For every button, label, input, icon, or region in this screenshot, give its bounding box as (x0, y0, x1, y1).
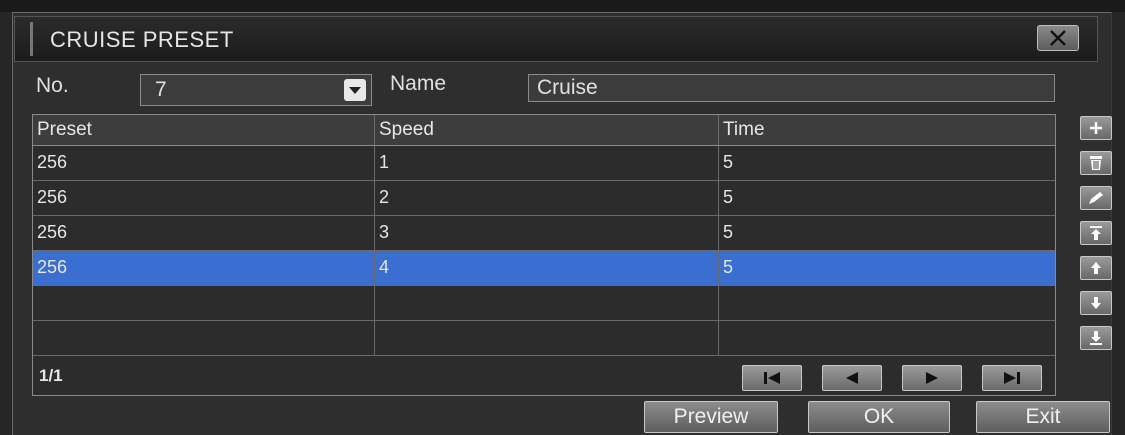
trash-icon (1090, 156, 1102, 170)
plus-icon (1090, 122, 1102, 134)
cell-speed: 1 (375, 146, 719, 180)
cell-time (719, 286, 1055, 320)
move-down-icon (1091, 297, 1101, 309)
exit-button[interactable]: Exit (976, 401, 1110, 433)
table-row-selected[interactable]: 256 4 5 (33, 251, 1055, 286)
table-row[interactable]: 256 3 5 (33, 216, 1055, 251)
last-page-button[interactable] (982, 365, 1042, 391)
title-accent (30, 22, 33, 56)
cell-speed: 2 (375, 181, 719, 215)
screen: CRUISE PRESET No. 7 Name Cruise Preset S… (0, 0, 1125, 435)
move-bottom-button[interactable] (1080, 326, 1112, 350)
move-up-icon (1091, 262, 1101, 274)
next-page-button[interactable] (902, 365, 962, 391)
cell-preset: 256 (33, 181, 375, 215)
edit-icon (1089, 192, 1103, 204)
close-button[interactable] (1037, 25, 1079, 51)
dialog-title: CRUISE PRESET (50, 27, 234, 52)
first-page-icon (764, 372, 780, 384)
cell-time: 5 (723, 257, 734, 277)
next-page-icon (926, 372, 938, 384)
move-up-button[interactable] (1080, 256, 1112, 280)
header-time: Time (723, 119, 765, 140)
move-down-button[interactable] (1080, 291, 1112, 315)
cell-speed: 3 (375, 216, 719, 250)
table-row[interactable]: 256 2 5 (33, 181, 1055, 216)
move-bottom-icon (1090, 331, 1102, 345)
name-label: Name (390, 72, 447, 95)
close-icon (1050, 30, 1066, 46)
table-row[interactable]: 256 1 5 (33, 146, 1055, 181)
table-row[interactable] (33, 321, 1055, 356)
move-top-icon (1090, 226, 1102, 240)
cell-speed: 4 (375, 251, 719, 285)
top-strip (0, 0, 1125, 12)
cell-time: 5 (723, 187, 734, 207)
first-page-button[interactable] (742, 365, 802, 391)
prev-page-button[interactable] (822, 365, 882, 391)
move-top-button[interactable] (1080, 221, 1112, 245)
cell-time: 5 (723, 152, 734, 172)
cell-speed (375, 286, 719, 320)
last-page-icon (1004, 372, 1020, 384)
header-preset: Preset (33, 115, 375, 145)
header-speed: Speed (375, 115, 719, 145)
no-select[interactable]: 7 (140, 74, 372, 106)
page-indicator: 1/1 (39, 366, 63, 385)
cell-preset: 256 (33, 146, 375, 180)
chevron-down-icon[interactable] (344, 79, 366, 101)
cell-preset (33, 321, 375, 355)
cell-preset: 256 (33, 216, 375, 250)
edit-button[interactable] (1080, 186, 1112, 210)
table-row[interactable] (33, 286, 1055, 321)
prev-page-icon (846, 372, 858, 384)
add-button[interactable] (1080, 116, 1112, 140)
ok-button[interactable]: OK (808, 401, 950, 433)
cell-time: 5 (723, 222, 734, 242)
no-label: No. (36, 74, 69, 97)
cell-speed (375, 321, 719, 355)
cell-preset: 256 (33, 251, 375, 285)
no-select-value: 7 (155, 78, 167, 101)
table-header: Preset Speed Time (33, 115, 1055, 146)
preview-button[interactable]: Preview (644, 401, 778, 433)
cell-time (719, 321, 1055, 355)
preset-table: Preset Speed Time 256 1 5 256 2 5 256 3 … (32, 114, 1056, 396)
name-field[interactable]: Cruise (528, 74, 1055, 102)
delete-button[interactable] (1080, 151, 1112, 175)
cell-preset (33, 286, 375, 320)
